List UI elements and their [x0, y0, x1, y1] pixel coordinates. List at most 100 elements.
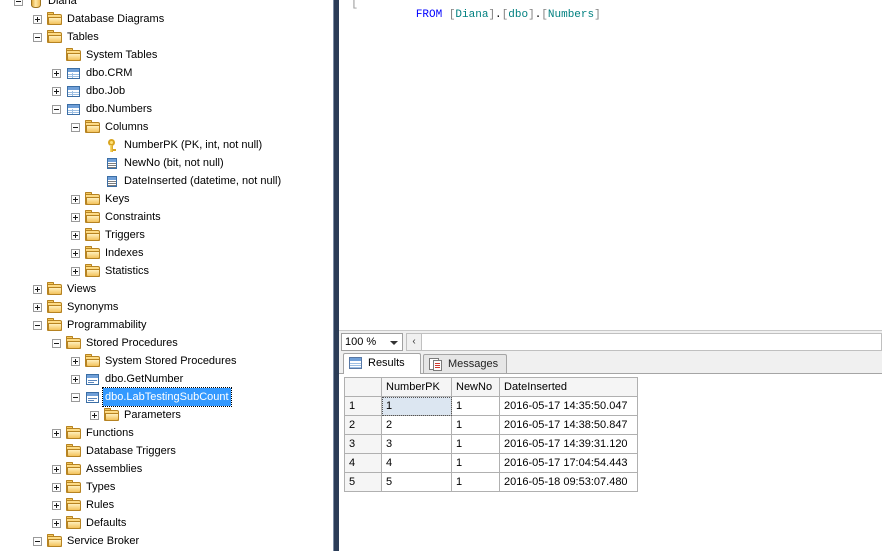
table-row[interactable]: 4 4 1 2016-05-17 17:04:54.443 [344, 453, 638, 473]
tree-expander-plus-icon[interactable] [52, 429, 61, 438]
tree-node[interactable]: Database Triggers [0, 442, 333, 460]
tree-node[interactable]: Tables [0, 28, 333, 46]
results-tab-results[interactable]: Results [343, 353, 421, 374]
grid-column-header-newno[interactable]: NewNo [451, 377, 500, 397]
grid-cell-newno[interactable]: 1 [451, 396, 500, 416]
tree-node[interactable]: Indexes [0, 244, 333, 262]
scroll-left-button[interactable]: ‹ [406, 333, 422, 351]
tree-expander-plus-icon[interactable] [52, 483, 61, 492]
tree-node[interactable]: Columns [0, 118, 333, 136]
tree-expander-plus-icon[interactable] [33, 15, 42, 24]
tree-node[interactable]: Programmability [0, 316, 333, 334]
grid-cell-numberpk[interactable]: 1 [381, 396, 452, 416]
grid-cell-dateinserted[interactable]: 2016-05-17 14:35:50.047 [499, 396, 638, 416]
folder-icon [85, 246, 101, 261]
grid-column-header-dateinserted[interactable]: DateInserted [499, 377, 638, 397]
tree-node[interactable]: dbo.LabTestingSubCount [0, 387, 333, 407]
table-row[interactable]: 2 2 1 2016-05-17 14:38:50.847 [344, 415, 638, 435]
tree-expander-minus-icon[interactable] [71, 393, 80, 402]
tree-expander-plus-icon[interactable] [71, 375, 80, 384]
tree-node[interactable]: Assemblies [0, 460, 333, 478]
tree-node[interactable]: NumberPK (PK, int, not null) [0, 136, 333, 154]
tree-expander-plus-icon[interactable] [71, 267, 80, 276]
grid-row-number[interactable]: 1 [344, 396, 382, 416]
tree-node[interactable]: DateInserted (datetime, not null) [0, 172, 333, 190]
sql-query-editor[interactable]: [ FROM [Diana].[dbo].[Numbers] [339, 0, 882, 330]
tree-node[interactable]: Types [0, 478, 333, 496]
tree-node[interactable]: dbo.Numbers [0, 100, 333, 118]
grid-cell-newno[interactable]: 1 [451, 434, 500, 454]
tree-expander-plus-icon[interactable] [52, 87, 61, 96]
tree-expander-plus-icon[interactable] [71, 249, 80, 258]
grid-row-number[interactable]: 3 [344, 434, 382, 454]
grid-corner-header[interactable] [344, 377, 382, 397]
results-grid[interactable]: NumberPK NewNo DateInserted 1 1 1 2016-05-1… [344, 377, 638, 492]
grid-cell-dateinserted[interactable]: 2016-05-17 14:39:31.120 [499, 434, 638, 454]
horizontal-scrollbar[interactable] [422, 333, 882, 351]
tree-node[interactable]: Stored Procedures [0, 334, 333, 352]
tree-node[interactable]: NewNo (bit, not null) [0, 154, 333, 172]
tree-expander-plus-icon[interactable] [71, 231, 80, 240]
grid-row-number[interactable]: 2 [344, 415, 382, 435]
tree-expander-plus-icon[interactable] [71, 357, 80, 366]
tree-node[interactable]: Constraints [0, 208, 333, 226]
results-tab-messages[interactable]: Messages [423, 354, 507, 373]
table-row[interactable]: 1 1 1 2016-05-17 14:35:50.047 [344, 396, 638, 416]
grid-row-number[interactable]: 4 [344, 453, 382, 473]
grid-cell-numberpk[interactable]: 2 [381, 415, 452, 435]
tree-expander-minus-icon[interactable] [14, 0, 23, 6]
tree-expander-plus-icon[interactable] [71, 213, 80, 222]
tree-node[interactable]: System Stored Procedures [0, 352, 333, 370]
tree-node[interactable]: Parameters [0, 406, 333, 424]
tree-node-label: dbo.Job [86, 85, 126, 97]
table-row[interactable]: 3 3 1 2016-05-17 14:39:31.120 [344, 434, 638, 454]
tree-node[interactable]: Defaults [0, 514, 333, 532]
tree-node[interactable]: dbo.Job [0, 82, 333, 100]
sql-text-line[interactable]: FROM [Diana].[dbo].[Numbers] [363, 0, 601, 36]
grid-cell-newno[interactable]: 1 [451, 453, 500, 473]
tree-node[interactable]: Diana [0, 0, 333, 10]
tree-node[interactable]: Statistics [0, 262, 333, 280]
grid-cell-numberpk[interactable]: 3 [381, 434, 452, 454]
tree-expander-plus-icon[interactable] [52, 519, 61, 528]
tree-expander-plus-icon[interactable] [52, 465, 61, 474]
tree-expander-plus-icon[interactable] [33, 303, 42, 312]
tree-expander-minus-icon[interactable] [33, 321, 42, 330]
chevron-down-icon[interactable] [390, 341, 398, 345]
tree-node[interactable]: dbo.CRM [0, 64, 333, 82]
grid-cell-newno[interactable]: 1 [451, 472, 500, 492]
tree-expander-plus-icon[interactable] [90, 411, 99, 420]
tree-node[interactable]: Triggers [0, 226, 333, 244]
tree-expander-minus-icon[interactable] [71, 123, 80, 132]
tree-expander-plus-icon[interactable] [52, 69, 61, 78]
object-explorer-tree[interactable]: Diana Database Diagrams Tables System Table… [0, 0, 333, 551]
grid-column-header-numberpk[interactable]: NumberPK [381, 377, 452, 397]
tree-expander-minus-icon[interactable] [52, 105, 61, 114]
grid-cell-dateinserted[interactable]: 2016-05-18 09:53:07.480 [499, 472, 638, 492]
grid-row-number[interactable]: 5 [344, 472, 382, 492]
grid-cell-numberpk[interactable]: 5 [381, 472, 452, 492]
tree-node[interactable]: Database Diagrams [0, 10, 333, 28]
tree-expander-minus-icon[interactable] [33, 33, 42, 42]
grid-cell-dateinserted[interactable]: 2016-05-17 17:04:54.443 [499, 453, 638, 473]
tree-node[interactable]: Keys [0, 190, 333, 208]
tree-expander-plus-icon[interactable] [33, 285, 42, 294]
grid-cell-dateinserted[interactable]: 2016-05-17 14:38:50.847 [499, 415, 638, 435]
table-row[interactable]: 5 5 1 2016-05-18 09:53:07.480 [344, 472, 638, 492]
tree-expander-plus-icon[interactable] [52, 501, 61, 510]
results-tabstrip[interactable]: Results Messages [339, 352, 882, 374]
tree-node[interactable]: Functions [0, 424, 333, 442]
tree-node[interactable]: dbo.GetNumber [0, 370, 333, 388]
tree-node[interactable]: System Tables [0, 46, 333, 64]
tree-expander-plus-icon[interactable] [71, 195, 80, 204]
tree-expander-minus-icon[interactable] [33, 537, 42, 546]
tree-node-icon-wrap [66, 514, 82, 532]
grid-cell-newno[interactable]: 1 [451, 415, 500, 435]
tree-node[interactable]: Service Broker [0, 532, 333, 550]
grid-cell-numberpk[interactable]: 4 [381, 453, 452, 473]
tree-node[interactable]: Views [0, 280, 333, 298]
tree-node[interactable]: Rules [0, 496, 333, 514]
tree-expander-minus-icon[interactable] [52, 339, 61, 348]
tree-node[interactable]: Synonyms [0, 298, 333, 316]
zoom-level-combobox[interactable]: 100 % [341, 333, 403, 351]
